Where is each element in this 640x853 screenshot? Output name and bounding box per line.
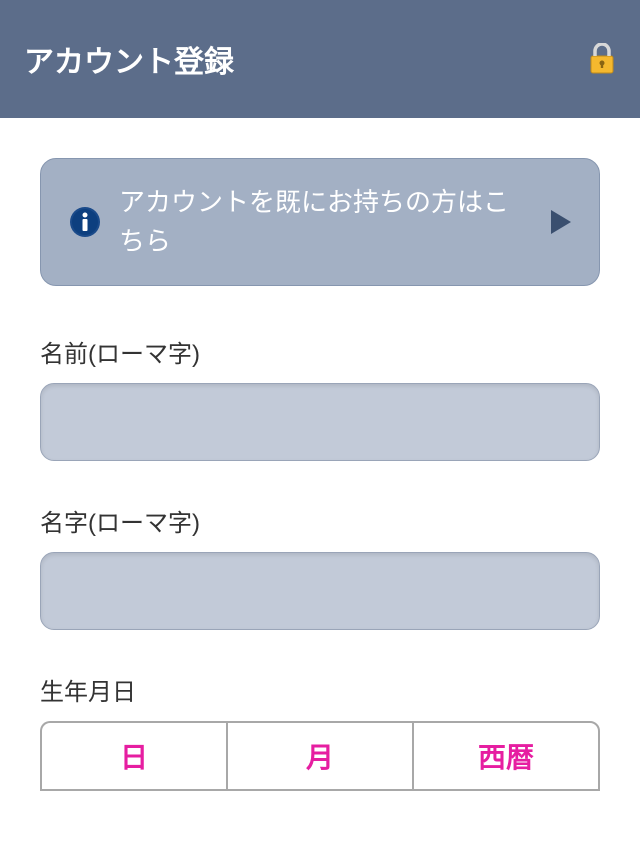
info-icon (69, 206, 101, 238)
arrow-right-icon (551, 210, 571, 234)
first-name-label: 名前(ローマ字) (40, 334, 600, 369)
existing-account-text: アカウントを既にお持ちの方はこちら (119, 183, 533, 261)
last-name-input[interactable] (40, 552, 600, 630)
first-name-group: 名前(ローマ字) (40, 334, 600, 461)
dob-label: 生年月日 (40, 672, 600, 707)
content-area: アカウントを既にお持ちの方はこちら 名前(ローマ字) 名字(ローマ字) 生年月日… (0, 118, 640, 791)
dob-group: 生年月日 日 月 西暦 (40, 672, 600, 791)
dob-year-select[interactable]: 西暦 (412, 721, 600, 791)
last-name-group: 名字(ローマ字) (40, 503, 600, 630)
existing-account-banner[interactable]: アカウントを既にお持ちの方はこちら (40, 158, 600, 286)
dob-month-select[interactable]: 月 (226, 721, 412, 791)
dob-row: 日 月 西暦 (40, 721, 600, 791)
header: アカウント登録 (0, 0, 640, 118)
page-title: アカウント登録 (24, 37, 234, 81)
lock-icon (588, 43, 616, 75)
first-name-input[interactable] (40, 383, 600, 461)
last-name-label: 名字(ローマ字) (40, 503, 600, 538)
dob-day-select[interactable]: 日 (40, 721, 226, 791)
